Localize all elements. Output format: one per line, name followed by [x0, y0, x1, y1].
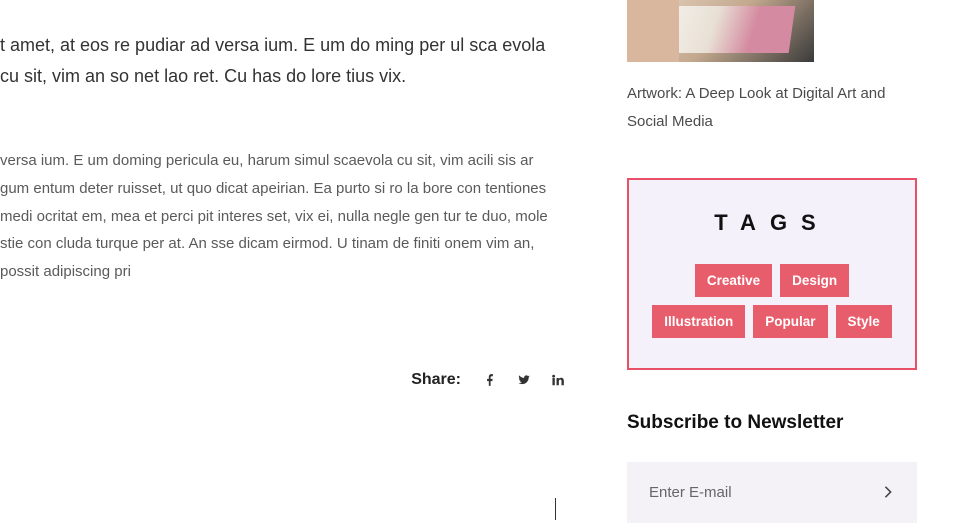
article-paragraph-2: versa ium. E um doming pericula eu, haru… — [0, 147, 565, 286]
share-icons — [483, 373, 565, 387]
subscribe-form — [627, 462, 917, 523]
tag-creative[interactable]: Creative — [695, 264, 772, 297]
share-label: Share: — [411, 371, 461, 389]
article-paragraph-1: t amet, at eos re pudiar ad versa ium. E… — [0, 30, 565, 91]
tags-list: Creative Design Illustration Popular Sty… — [651, 264, 893, 338]
tag-illustration[interactable]: Illustration — [652, 305, 745, 338]
post-title[interactable]: Artwork: A Deep Look at Digital Art and … — [627, 80, 917, 136]
tag-popular[interactable]: Popular — [753, 305, 827, 338]
submit-button[interactable] — [881, 485, 895, 499]
linkedin-icon[interactable] — [551, 373, 565, 387]
tag-design[interactable]: Design — [780, 264, 849, 297]
twitter-icon[interactable] — [517, 373, 531, 387]
facebook-icon[interactable] — [483, 373, 497, 387]
sidebar: Artwork: A Deep Look at Digital Art and … — [627, 0, 917, 523]
share-row: Share: — [0, 371, 565, 389]
tags-heading: TAGS — [651, 210, 893, 236]
email-input[interactable] — [649, 484, 881, 501]
subscribe-heading: Subscribe to Newsletter — [627, 412, 917, 434]
divider — [555, 498, 556, 520]
tag-style[interactable]: Style — [836, 305, 892, 338]
post-thumbnail[interactable] — [627, 0, 814, 62]
article-body: t amet, at eos re pudiar ad versa ium. E… — [0, 0, 565, 389]
tags-widget: TAGS Creative Design Illustration Popula… — [627, 178, 917, 370]
